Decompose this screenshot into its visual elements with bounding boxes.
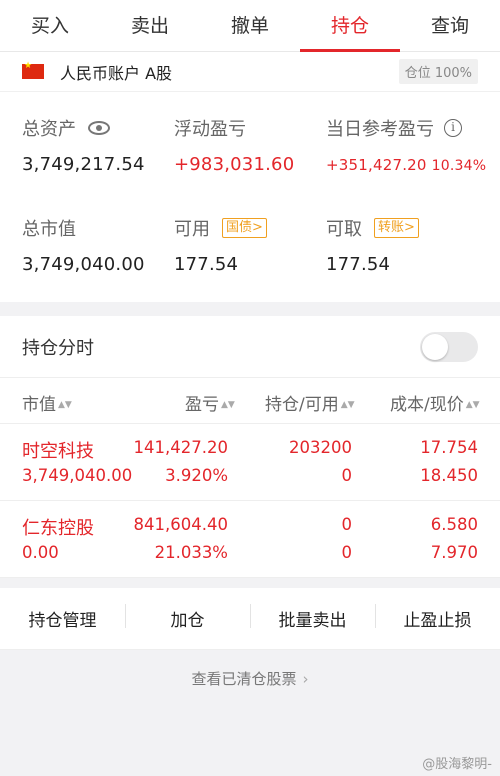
tab-sell[interactable]: 卖出	[100, 0, 200, 51]
market-value-value: 3,749,040.00	[22, 254, 145, 275]
daily-pl-label: 当日参考盈亏	[326, 119, 434, 140]
row-price: 18.450	[420, 466, 478, 485]
watermark: @股海黎明-	[422, 757, 492, 772]
row-cost: 6.580	[430, 515, 478, 534]
row-price: 7.970	[430, 543, 478, 562]
holdings-table-header: 市值 ▲▼ 盈亏 ▲▼ 持仓/可用 ▲▼ 成本/现价 ▲▼	[0, 378, 500, 424]
sort-icon: ▲▼	[465, 400, 480, 410]
eye-icon[interactable]	[88, 121, 110, 135]
market-value-label: 总市值	[22, 219, 76, 240]
china-flag-icon	[22, 61, 44, 79]
row-market-value: 0.00	[22, 543, 59, 562]
manage-holdings-button[interactable]: 持仓管理	[0, 606, 125, 631]
tab-cancel[interactable]: 撤单	[200, 0, 300, 51]
action-bar: 持仓管理 加仓 批量卖出 止盈止损	[0, 588, 500, 650]
floating-pl: 浮动盈亏 +983,031.60	[174, 116, 294, 175]
floating-pl-label: 浮动盈亏	[174, 119, 246, 140]
row-available: 0	[341, 543, 353, 562]
account-bar[interactable]: 人民币账户 A股 仓位 100%	[0, 52, 500, 92]
col-pl[interactable]: 盈亏 ▲▼	[185, 390, 235, 415]
sort-icon: ▲▼	[340, 400, 355, 410]
position-badge: 仓位 100%	[398, 59, 478, 84]
timeshare-label: 持仓分时	[22, 337, 94, 359]
treasury-bond-tag[interactable]: 国债>	[222, 218, 267, 238]
col-market-value[interactable]: 市值 ▲▼	[22, 390, 72, 415]
tab-holdings[interactable]: 持仓	[300, 0, 400, 52]
market-value: 总市值 3,749,040.00	[22, 216, 145, 275]
total-assets-value: 3,749,217.54	[22, 154, 145, 175]
timeshare-toggle[interactable]	[420, 331, 478, 362]
tab-query[interactable]: 查询	[400, 0, 500, 51]
top-tabs: 买入 卖出 撤单 持仓 查询	[0, 0, 500, 52]
withdrawable-label: 可取	[326, 219, 362, 240]
col-market-value-label: 市值	[22, 395, 56, 415]
daily-pl-value: +351,427.20 10.34%	[326, 156, 486, 174]
row-pl-pct: 3.920%	[165, 466, 228, 485]
take-profit-stop-loss-button[interactable]: 止盈止损	[375, 604, 500, 631]
transfer-tag[interactable]: 转账>	[374, 218, 419, 238]
row-pl: 841,604.40	[133, 515, 228, 534]
available-value: 177.54	[174, 254, 239, 275]
available: 可用 国债> 177.54	[174, 216, 267, 275]
col-cost-price-label: 成本/现价	[390, 395, 464, 415]
withdrawable: 可取 转账> 177.54	[326, 216, 419, 275]
row-market-value: 3,749,040.00	[22, 466, 133, 485]
total-assets-label: 总资产	[22, 119, 76, 140]
tab-buy[interactable]: 买入	[0, 0, 100, 51]
daily-pl-amount: +351,427.20	[326, 156, 427, 174]
col-holding[interactable]: 持仓/可用 ▲▼	[265, 390, 355, 415]
batch-sell-button[interactable]: 批量卖出	[250, 604, 375, 631]
col-pl-label: 盈亏	[185, 395, 219, 415]
info-icon[interactable]: i	[444, 119, 462, 137]
row-holding: 0	[341, 515, 353, 534]
row-pl: 141,427.20	[133, 438, 228, 457]
row-cost: 17.754	[420, 438, 478, 457]
total-assets: 总资产 3,749,217.54	[22, 116, 145, 175]
floating-pl-value: +983,031.60	[174, 154, 295, 175]
account-label: 人民币账户 A股	[60, 63, 173, 83]
view-cleared-stocks-link[interactable]: 查看已清仓股票 ›	[0, 668, 500, 689]
col-holding-label: 持仓/可用	[265, 395, 339, 415]
col-cost-price[interactable]: 成本/现价 ▲▼	[390, 390, 480, 415]
chevron-right-icon: ›	[302, 670, 309, 688]
row-available: 0	[341, 466, 353, 485]
row-pl-pct: 21.033%	[154, 543, 228, 562]
asset-summary: 总资产 3,749,217.54 浮动盈亏 +983,031.60 当日参考盈亏…	[0, 92, 500, 302]
toggle-knob	[422, 333, 448, 360]
sort-icon: ▲▼	[221, 400, 235, 410]
stock-name: 时空科技	[22, 441, 94, 462]
add-position-button[interactable]: 加仓	[125, 604, 250, 631]
available-label: 可用	[174, 219, 210, 240]
row-holding: 203200	[289, 438, 352, 457]
table-row[interactable]: 仁东控股 0.00 841,604.40 21.033% 0 0 6.580 7…	[0, 501, 500, 578]
sort-icon: ▲▼	[58, 400, 72, 410]
table-row[interactable]: 时空科技 3,749,040.00 141,427.20 3.920% 2032…	[0, 424, 500, 501]
daily-pl: 当日参考盈亏 i +351,427.20 10.34%	[326, 116, 486, 174]
daily-pl-pct: 10.34%	[431, 158, 487, 174]
stock-name: 仁东控股	[22, 518, 94, 539]
holding-timeshare-row: 持仓分时	[0, 316, 500, 378]
cleared-link-label: 查看已清仓股票	[191, 670, 297, 688]
withdrawable-value: 177.54	[326, 254, 391, 275]
